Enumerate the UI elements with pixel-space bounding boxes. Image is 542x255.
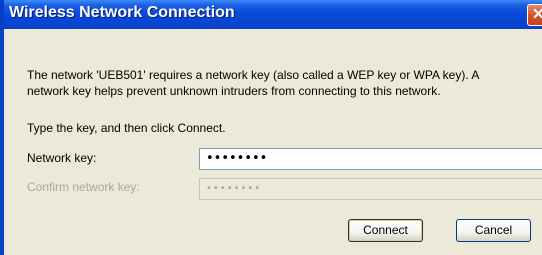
window-title: Wireless Network Connection [9,4,235,21]
confirm-network-key-label: Confirm network key: [27,180,140,194]
close-icon[interactable]: ✕ [527,4,542,26]
network-key-input[interactable]: •••••••• [199,148,542,170]
network-key-label: Network key: [27,151,97,165]
message-line-2: network key helps prevent unknown intrud… [27,84,441,98]
connect-button[interactable]: Connect [348,219,423,242]
message-line-1: The network 'UEB501' requires a network … [27,68,480,82]
title-bar[interactable]: Wireless Network Connection ✕ [4,0,542,29]
confirm-network-key-input: •••••••• [199,178,542,200]
dialog-window: Wireless Network Connection ✕ The networ… [0,0,542,255]
instruction-text: Type the key, and then click Connect. [27,121,226,135]
cancel-button[interactable]: Cancel [456,219,531,242]
